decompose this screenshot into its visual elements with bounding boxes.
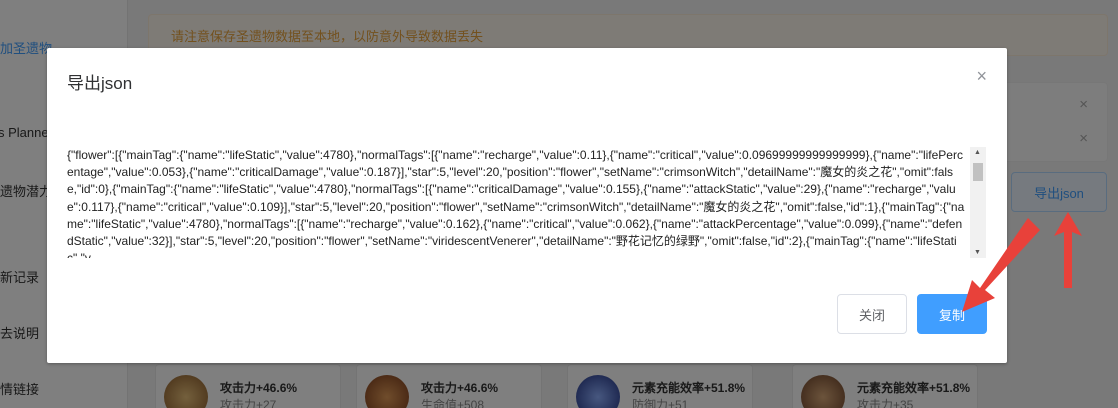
json-textarea[interactable]: {"flower":[{"mainTag":{"name":"lifeStati… (67, 147, 986, 258)
close-icon[interactable]: × (976, 66, 987, 87)
scroll-down-icon[interactable]: ▼ (974, 249, 981, 256)
close-button[interactable]: 关闭 (837, 294, 907, 334)
json-content: {"flower":[{"mainTag":{"name":"lifeStati… (67, 148, 965, 258)
dialog-title: 导出json (67, 74, 133, 93)
scroll-thumb[interactable] (973, 163, 983, 181)
export-json-dialog: 导出json × {"flower":[{"mainTag":{"name":"… (47, 48, 1007, 363)
scroll-up-icon[interactable]: ▲ (974, 149, 981, 156)
copy-button[interactable]: 复制 (917, 294, 987, 334)
scrollbar[interactable]: ▲ ▼ (970, 147, 986, 258)
